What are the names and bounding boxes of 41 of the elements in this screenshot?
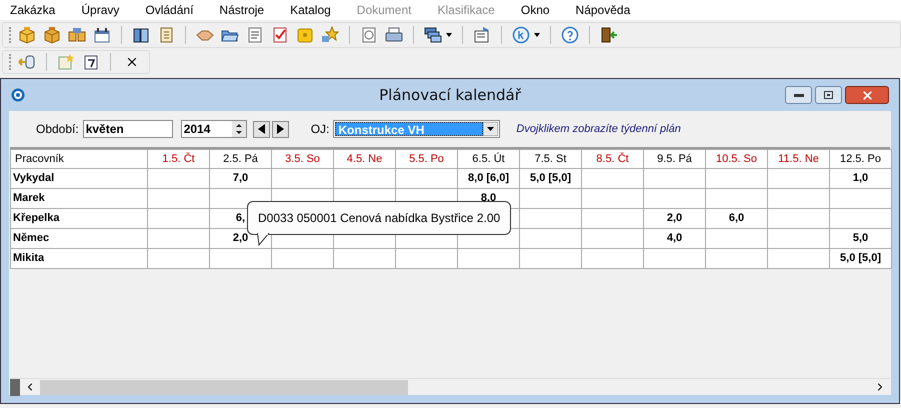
table-cell: 6,0 xyxy=(706,208,768,228)
column-header: 11.5. Ne xyxy=(768,150,830,168)
menu-item[interactable]: Katalog xyxy=(281,1,340,19)
table-cell: 7,0 xyxy=(210,168,272,188)
menu-item[interactable]: Nástroje xyxy=(210,1,274,19)
period-label: Období: xyxy=(36,121,79,138)
row-header: Křepelka xyxy=(10,208,148,228)
tooltip: D0033 050001 Cenová nabídka Bystřice 2.00 xyxy=(247,201,512,235)
table-cell: 5,0 [5,0] xyxy=(520,168,582,188)
row-header: Němec xyxy=(10,228,148,248)
window-title: Plánovací kalendář xyxy=(379,84,521,106)
column-header: 12.5. Po xyxy=(830,150,892,168)
menu-item[interactable]: Úpravy xyxy=(72,1,128,19)
column-header: 2.5. Pá xyxy=(210,150,272,168)
period-field[interactable]: květen xyxy=(82,120,173,138)
row-header: Marek xyxy=(10,188,148,208)
menu-item[interactable]: Zakázka xyxy=(0,1,64,19)
menu-item[interactable]: Ovládání xyxy=(136,1,202,19)
hint-text: Dvojklikem zobrazíte týdenní plán xyxy=(516,122,681,137)
row-header: Mikita xyxy=(10,248,148,268)
column-header: 9.5. Pá xyxy=(644,150,706,168)
table-cell: 8,0 [6,0] xyxy=(458,168,520,188)
row-header: Vykydal xyxy=(10,168,148,188)
column-header: 5.5. Po xyxy=(396,150,458,168)
column-header: 8.5. Čt xyxy=(582,150,644,168)
column-header: 6.5. Út xyxy=(458,150,520,168)
menu-item[interactable]: Okno xyxy=(512,1,559,19)
table-cell: 5,0 [5,0] xyxy=(830,248,892,268)
column-header: 7.5. St xyxy=(520,150,582,168)
table-cell: 5,0 xyxy=(830,228,892,248)
column-header: 10.5. So xyxy=(706,150,768,168)
menu-item[interactable]: Nápověda xyxy=(566,1,640,19)
column-header: 4.5. Ne xyxy=(334,150,396,168)
column-header: 1.5. Čt xyxy=(148,150,210,168)
table-cell: 4,0 xyxy=(644,228,706,248)
year-spinner[interactable]: 2014 xyxy=(180,120,247,138)
table-cell: 1,0 xyxy=(830,168,892,188)
table-cell: 2,0 xyxy=(644,208,706,228)
column-header: 3.5. So xyxy=(272,150,334,168)
unit-label: OJ: xyxy=(310,121,330,138)
column-header: Pracovník xyxy=(10,150,148,168)
